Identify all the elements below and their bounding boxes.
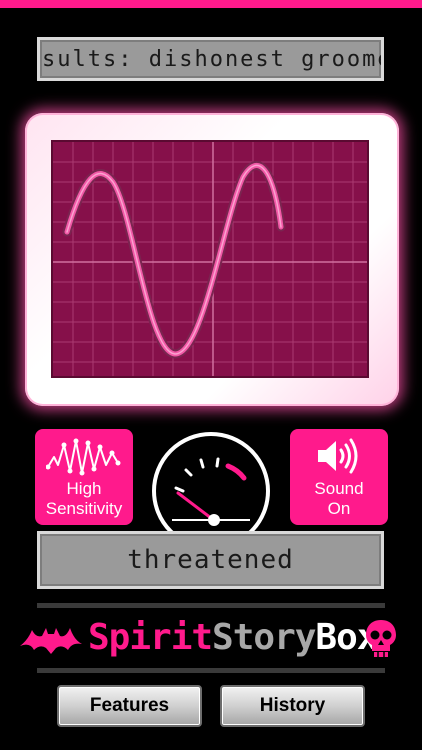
zigzag-wave-icon (35, 437, 133, 477)
oscilloscope-frame (25, 113, 399, 406)
divider-top (37, 603, 385, 608)
history-button[interactable]: History (220, 685, 365, 727)
skull-icon (366, 620, 396, 657)
results-text: sults: dishonest groome (42, 46, 384, 72)
sensitivity-label-line1: High (66, 479, 102, 498)
logo-text-spirit: Spirit (88, 617, 213, 658)
app-logo: SpiritStoryBox (20, 612, 402, 664)
waveform-graph (53, 142, 367, 376)
divider-bottom (37, 668, 385, 673)
features-button[interactable]: Features (57, 685, 202, 727)
oscilloscope-screen (51, 140, 369, 378)
bat-icon (20, 628, 82, 654)
logo-text: SpiritStoryBox (88, 616, 378, 660)
high-sensitivity-button[interactable]: High Sensitivity (35, 429, 133, 525)
sensitivity-label-line2: Sensitivity (45, 499, 123, 518)
top-accent-bar (0, 0, 422, 8)
speaker-icon (290, 437, 388, 475)
sound-toggle-button[interactable]: Sound On (290, 429, 388, 525)
sound-label-line2: On (327, 499, 351, 518)
word-display: threatened (37, 531, 384, 589)
sound-label-line1: Sound (314, 479, 364, 498)
logo-text-story: Story (212, 617, 316, 658)
word-text: threatened (127, 545, 294, 575)
gauge-icon (172, 457, 250, 526)
results-display: sults: dishonest groome (37, 37, 384, 81)
